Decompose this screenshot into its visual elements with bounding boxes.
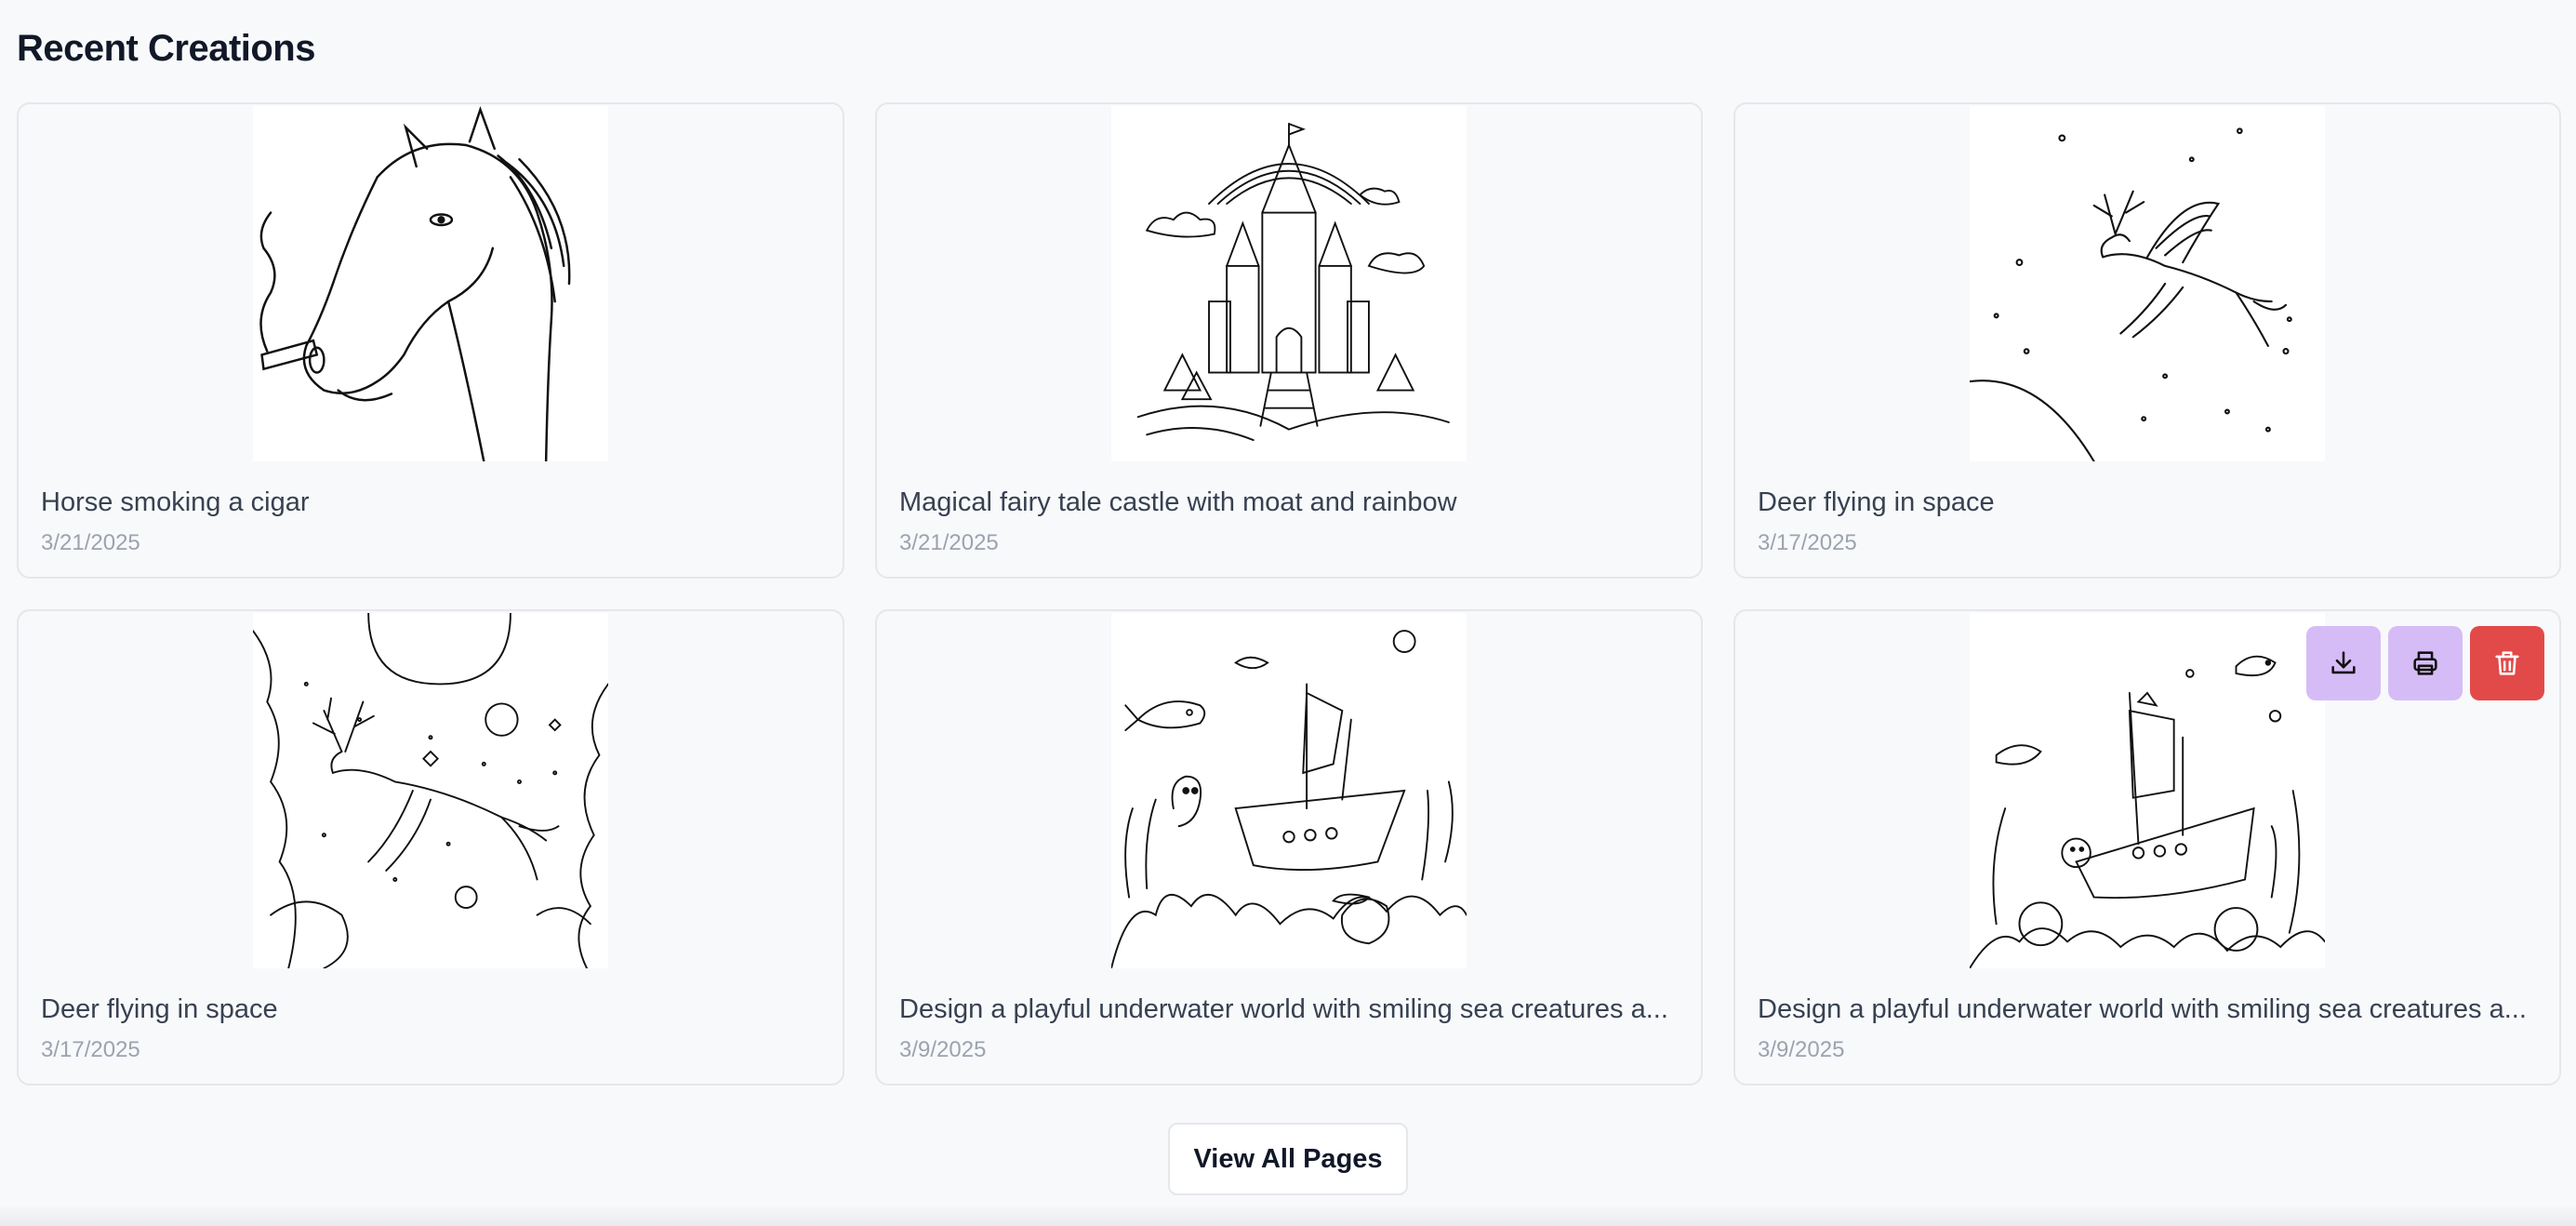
- creation-card[interactable]: Deer flying in space 3/17/2025: [17, 609, 844, 1086]
- trash-icon: [2495, 651, 2519, 675]
- page-title: Recent Creations: [17, 28, 315, 69]
- print-button[interactable]: [2388, 626, 2463, 700]
- creation-card[interactable]: Horse smoking a cigar 3/21/2025: [17, 102, 844, 579]
- deer-space-detailed-drawing-image[interactable]: [253, 613, 608, 968]
- creation-card[interactable]: Design a playful underwater world with s…: [1733, 609, 2561, 1086]
- delete-button[interactable]: [2470, 626, 2544, 700]
- card-date: 3/9/2025: [899, 1037, 987, 1062]
- creation-card[interactable]: Design a playful underwater world with s…: [875, 609, 1703, 1086]
- card-title: Horse smoking a cigar: [41, 487, 310, 517]
- castle-drawing-image[interactable]: [1111, 106, 1467, 461]
- card-title: Magical fairy tale castle with moat and …: [899, 487, 1457, 517]
- card-date: 3/9/2025: [1758, 1037, 1845, 1062]
- deer-space-drawing-image[interactable]: [1970, 106, 2325, 461]
- card-title: Design a playful underwater world with s…: [1758, 994, 2527, 1024]
- printer-icon: [2413, 651, 2437, 675]
- view-all-pages-button[interactable]: View All Pages: [1168, 1123, 1408, 1195]
- card-title: Design a playful underwater world with s…: [899, 994, 1668, 1024]
- creation-card[interactable]: Magical fairy tale castle with moat and …: [875, 102, 1703, 579]
- card-date: 3/21/2025: [41, 530, 140, 555]
- card-title: Deer flying in space: [1758, 487, 1995, 517]
- creations-grid: Horse smoking a cigar 3/21/2025 Magical …: [17, 102, 2561, 1086]
- card-title: Deer flying in space: [41, 994, 278, 1024]
- card-actions: [2306, 626, 2544, 700]
- card-date: 3/17/2025: [41, 1037, 140, 1062]
- underwater-ship-drawing-image[interactable]: [1111, 613, 1467, 968]
- download-button[interactable]: [2306, 626, 2381, 700]
- bottom-shadow: [0, 1204, 2576, 1226]
- creation-card[interactable]: Deer flying in space 3/17/2025: [1733, 102, 2561, 579]
- card-date: 3/21/2025: [899, 530, 999, 555]
- horse-drawing-image[interactable]: [253, 106, 608, 461]
- download-icon: [2331, 651, 2356, 674]
- card-date: 3/17/2025: [1758, 530, 1857, 555]
- underwater-ship-drawing-2-image[interactable]: [1970, 613, 2325, 968]
